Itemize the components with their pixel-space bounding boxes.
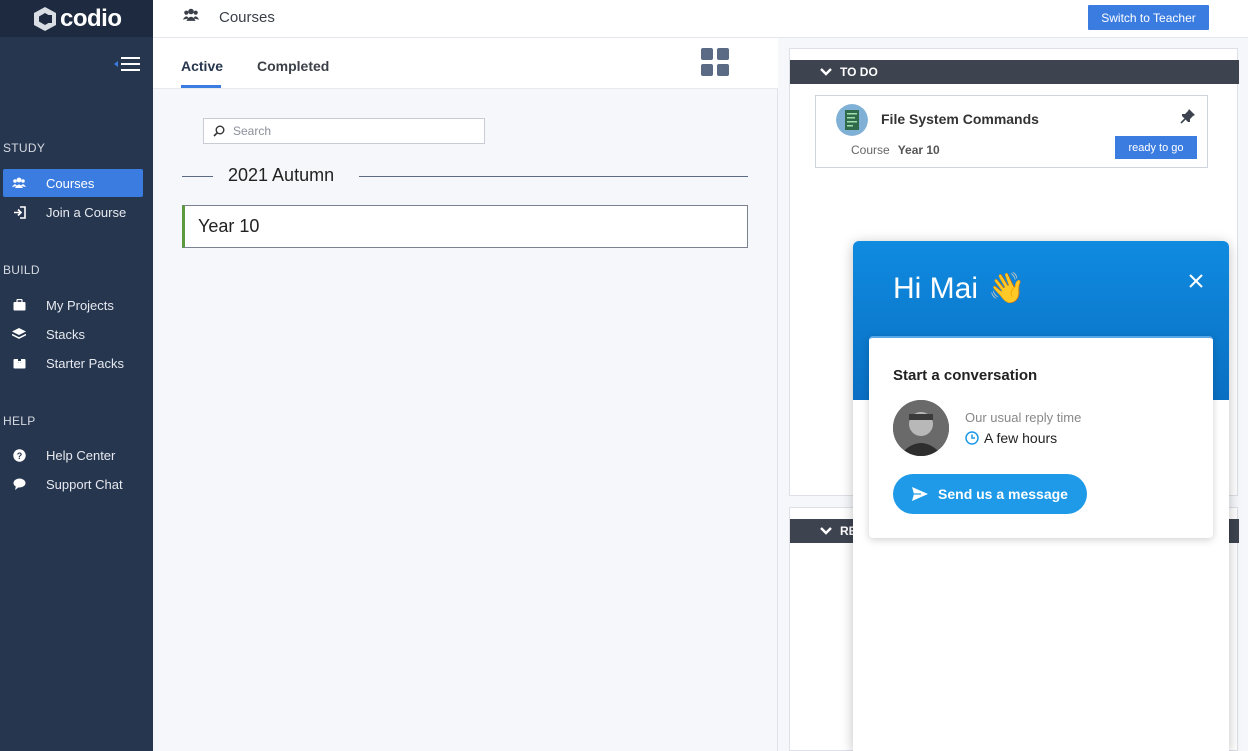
send-button-label: Send us a message: [938, 486, 1068, 502]
courses-panel: Active Completed 2021 Autumn Year 10: [153, 38, 778, 751]
menu-toggle-icon[interactable]: [114, 56, 142, 72]
reply-time-text: A few hours: [984, 430, 1058, 446]
search-field[interactable]: [203, 118, 485, 144]
top-bar: Courses Switch to Teacher: [153, 0, 1248, 38]
section-title-help: HELP: [3, 414, 36, 428]
sidebar-item-label: My Projects: [46, 297, 114, 313]
sidebar-item-label: Courses: [46, 175, 95, 191]
chat-bubble-icon: [3, 478, 35, 490]
sidebar-item-courses[interactable]: Courses: [3, 169, 143, 197]
sidebar-item-label: Starter Packs: [46, 355, 125, 371]
todo-header-label: TO DO: [840, 65, 878, 79]
send-icon: [912, 487, 929, 501]
chevron-down-icon: [820, 527, 832, 535]
sidebar: codio STUDY Courses Join a Course BUILD …: [0, 0, 153, 751]
conversation-title: Start a conversation: [893, 367, 1038, 384]
send-message-button[interactable]: Send us a message: [893, 474, 1087, 514]
sidebar-item-help-center[interactable]: ? Help Center: [3, 441, 143, 469]
reply-time-value: A few hours: [965, 430, 1057, 446]
sidebar-item-join-course[interactable]: Join a Course: [3, 198, 143, 226]
codio-logo-icon: [34, 6, 56, 31]
page-title: Courses: [219, 9, 275, 26]
search-input[interactable]: [233, 124, 473, 138]
section-title-build: BUILD: [3, 263, 40, 277]
chat-greeting: Hi Mai 👋: [893, 271, 1025, 306]
ready-to-go-button[interactable]: ready to go: [1115, 136, 1197, 159]
sidebar-item-stacks[interactable]: Stacks: [3, 320, 143, 348]
close-icon[interactable]: [1186, 271, 1206, 291]
chevron-down-icon: [820, 68, 832, 76]
switch-to-teacher-button[interactable]: Switch to Teacher: [1088, 5, 1209, 30]
todo-meta-label: Course: [851, 143, 890, 157]
tab-completed[interactable]: Completed: [257, 58, 329, 74]
sidebar-item-starter-packs[interactable]: Starter Packs: [3, 349, 143, 377]
logo[interactable]: codio: [0, 0, 153, 37]
sign-in-icon: [3, 205, 35, 219]
greeting-text: Hi Mai: [893, 271, 979, 305]
todo-header[interactable]: TO DO: [790, 60, 1239, 84]
course-card[interactable]: Year 10: [182, 205, 748, 248]
sidebar-item-label: Join a Course: [46, 204, 127, 220]
sidebar-item-my-projects[interactable]: My Projects: [3, 291, 143, 319]
question-icon: ?: [3, 448, 35, 462]
pin-icon[interactable]: [1180, 108, 1196, 124]
chat-widget: Hi Mai 👋 Start a conversation Our usual …: [853, 241, 1229, 751]
divider: [359, 176, 748, 177]
package-icon: [3, 357, 35, 369]
tab-active[interactable]: Active: [181, 58, 223, 74]
search-icon: [213, 125, 227, 137]
waving-hand-icon: 👋: [988, 272, 1026, 305]
logo-text: codio: [60, 4, 122, 32]
term-heading: 2021 Autumn: [228, 165, 335, 186]
briefcase-icon: [3, 299, 35, 311]
clock-icon: [965, 431, 979, 445]
conversation-card: Start a conversation Our usual reply tim…: [869, 336, 1213, 538]
sidebar-item-support-chat[interactable]: Support Chat: [3, 470, 143, 498]
sidebar-item-label: Help Center: [46, 447, 116, 463]
svg-text:?: ?: [16, 451, 22, 461]
layers-icon: [3, 328, 35, 340]
sidebar-item-label: Stacks: [46, 326, 86, 342]
users-icon: [182, 8, 200, 27]
section-title-study: STUDY: [3, 141, 46, 155]
sidebar-item-label: Support Chat: [46, 476, 123, 492]
assignment-thumbnail: [836, 104, 868, 136]
divider: [182, 176, 213, 177]
grid-view-icon[interactable]: [701, 48, 729, 76]
avatar: [893, 400, 949, 456]
todo-title: File System Commands: [881, 111, 1039, 127]
reply-time-label: Our usual reply time: [965, 410, 1082, 425]
tab-bar: Active Completed: [153, 38, 778, 89]
todo-item[interactable]: File System Commands Course Year 10 ready…: [815, 95, 1208, 168]
users-icon: [3, 177, 35, 189]
active-tab-indicator: [181, 85, 221, 88]
todo-meta-course: Year 10: [897, 143, 940, 157]
todo-meta: Course Year 10: [851, 143, 940, 157]
